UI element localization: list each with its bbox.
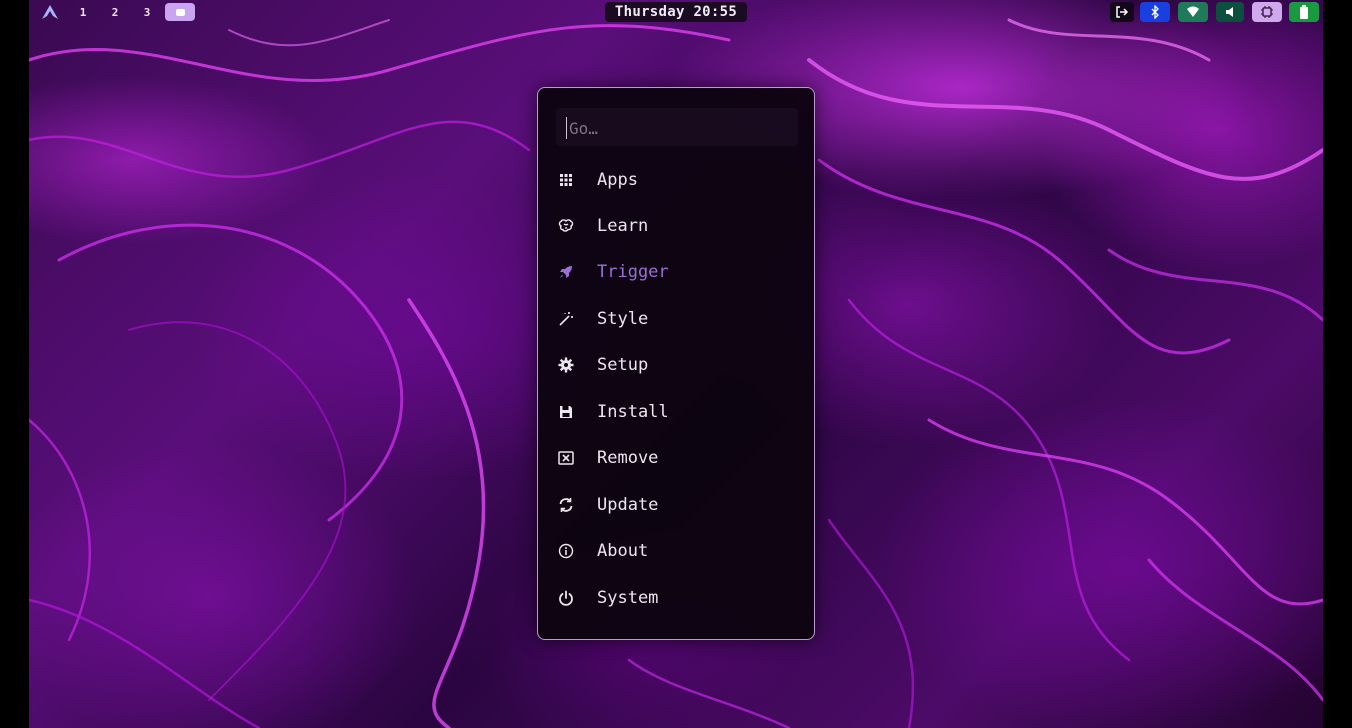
bluetooth-button[interactable] — [1140, 2, 1170, 22]
refresh-icon — [554, 495, 578, 515]
magic-wand-icon — [554, 309, 578, 329]
menu-item-label: Trigger — [597, 262, 669, 282]
active-workspace-indicator-icon — [175, 8, 185, 16]
logout-icon — [1116, 6, 1129, 18]
menu-item-setup[interactable]: Setup — [558, 348, 794, 382]
menu-item-learn[interactable]: Learn — [558, 209, 794, 243]
menu-item-label: Style — [597, 309, 649, 329]
menu-item-style[interactable]: Style — [558, 302, 794, 336]
menu-item-system[interactable]: System — [558, 581, 794, 615]
app-launcher-menu: Apps Learn Trigger — [537, 87, 815, 640]
workspace-1[interactable]: 1 — [75, 3, 91, 21]
info-icon — [554, 541, 578, 561]
workspace-2[interactable]: 2 — [107, 3, 123, 21]
menu-item-trigger[interactable]: Trigger — [558, 255, 794, 289]
arch-logo-icon[interactable] — [41, 4, 59, 20]
rocket-icon — [554, 262, 578, 282]
menu-item-label: About — [597, 541, 649, 561]
grid-icon — [554, 170, 578, 190]
workspace-active[interactable] — [165, 3, 195, 21]
bluetooth-icon — [1151, 5, 1159, 19]
menu-item-label: Update — [597, 495, 659, 515]
menu-item-about[interactable]: About — [558, 534, 794, 568]
cpu-icon — [1261, 6, 1273, 18]
volume-button[interactable] — [1216, 2, 1244, 22]
cpu-button[interactable] — [1252, 2, 1282, 22]
menu-item-update[interactable]: Update — [558, 488, 794, 522]
logout-button[interactable] — [1110, 2, 1134, 22]
menu-item-label: Install — [597, 402, 669, 422]
menu-item-apps[interactable]: Apps — [558, 163, 794, 197]
search-box — [556, 108, 798, 146]
volume-icon — [1226, 7, 1233, 17]
menu-item-label: System — [597, 588, 659, 608]
menu-item-label: Setup — [597, 355, 649, 375]
brain-icon — [554, 216, 578, 236]
clock[interactable]: Thursday 20:55 — [605, 2, 747, 22]
power-icon — [554, 588, 578, 608]
save-icon — [554, 402, 578, 422]
menu-item-install[interactable]: Install — [558, 395, 794, 429]
menu-item-remove[interactable]: Remove — [558, 441, 794, 475]
wifi-icon — [1187, 6, 1199, 17]
remove-box-icon — [554, 448, 578, 468]
menu-item-label: Apps — [597, 170, 638, 190]
menu-item-label: Remove — [597, 448, 659, 468]
battery-button[interactable] — [1289, 2, 1319, 22]
gear-icon — [554, 355, 578, 375]
wifi-button[interactable] — [1178, 2, 1208, 22]
menu-item-label: Learn — [597, 216, 649, 236]
battery-icon — [1300, 5, 1308, 19]
top-bar: 1 2 3 Thursday 20:55 — [0, 0, 1352, 26]
workspace-3[interactable]: 3 — [139, 3, 155, 21]
search-input[interactable] — [566, 117, 791, 139]
